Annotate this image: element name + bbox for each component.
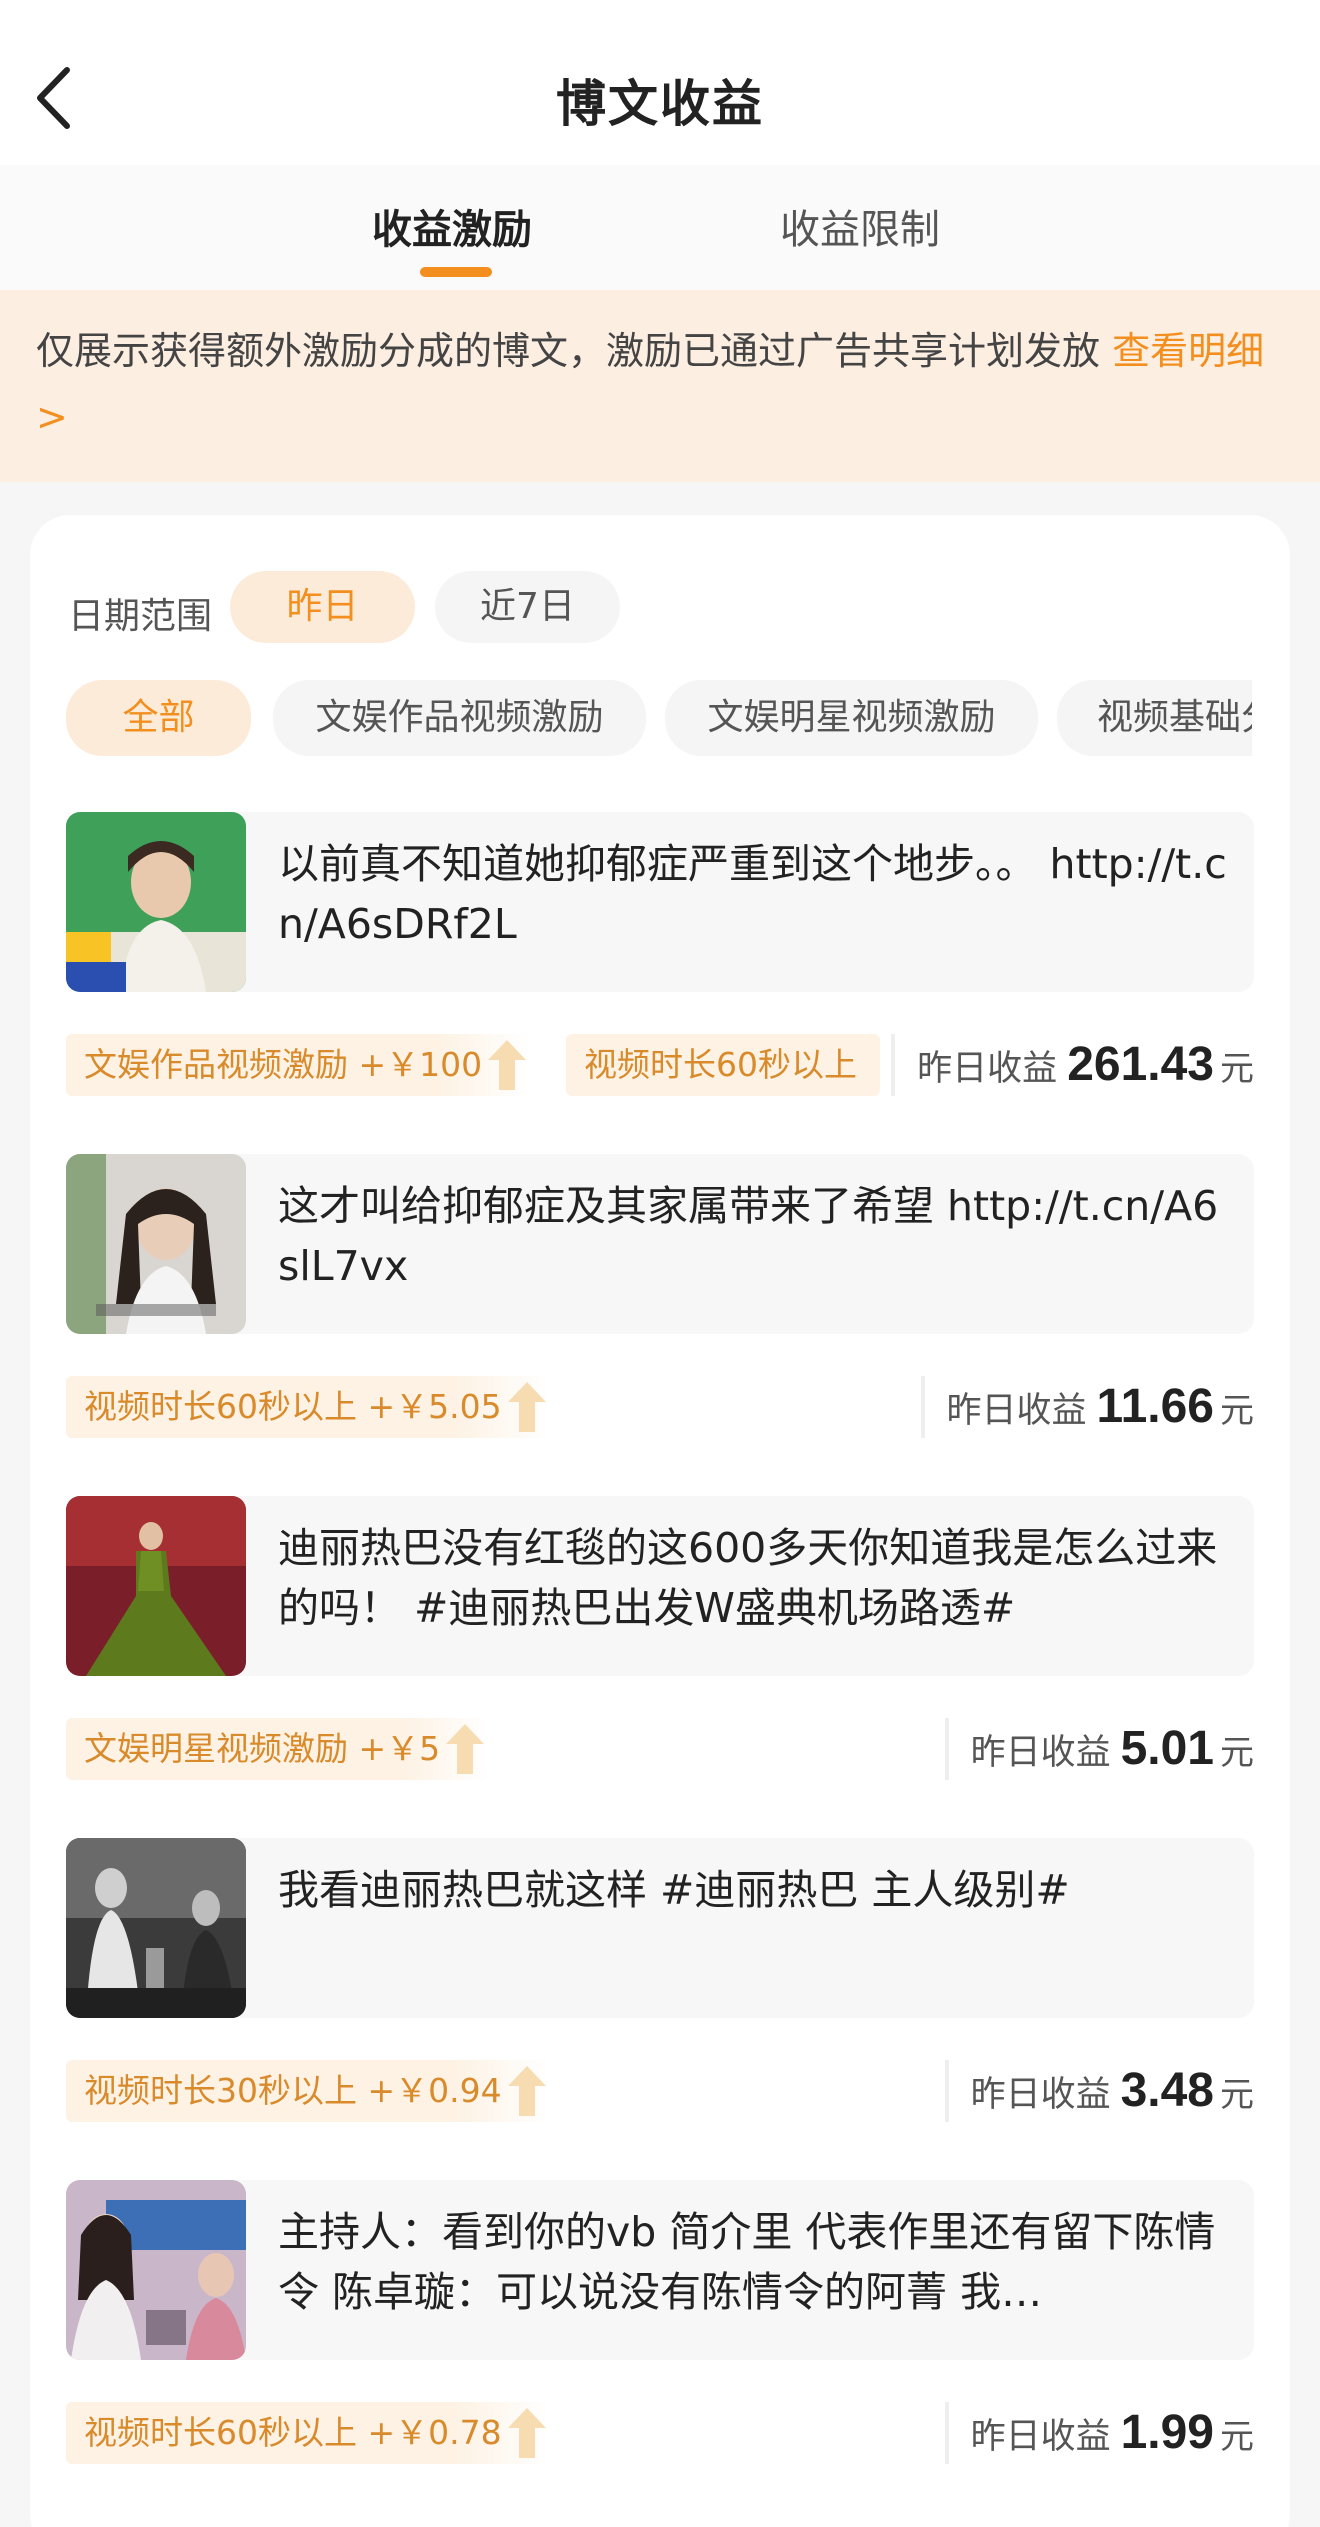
up-arrow-icon <box>507 1382 546 1432</box>
notice-banner: 仅展示获得额外激励分成的博文，激励已通过广告共享计划发放 查看明细> <box>0 290 1320 482</box>
up-arrow-icon <box>507 2066 546 2116</box>
post-item: 主持人：看到你的vb 简介里 代表作里还有留下陈情令 陈卓璇：可以说没有陈情令的… <box>66 2180 1254 2520</box>
incentive-tag: 文娱明星视频激励 +￥5 <box>66 1718 489 1780</box>
active-tab-indicator <box>420 267 492 277</box>
post-card[interactable]: 我看迪丽热巴就这样 #迪丽热巴 主人级别# <box>66 1838 1254 2018</box>
post-card[interactable]: 主持人：看到你的vb 简介里 代表作里还有留下陈情令 陈卓璇：可以说没有陈情令的… <box>66 2180 1254 2360</box>
date-option-yesterday[interactable]: 昨日 <box>230 571 415 643</box>
earnings-summary: 昨日收益 1.99 元 <box>944 2402 1254 2464</box>
tab-earnings-limits[interactable]: 收益限制 <box>780 197 940 255</box>
incentive-tag: 文娱作品视频激励 +￥100 <box>66 1034 531 1096</box>
post-item: 这才叫给抑郁症及其家属带来了希望 http://t.cn/A6slL7vx 视频… <box>66 1154 1254 1494</box>
earnings-summary: 昨日收益 3.48 元 <box>944 2060 1254 2122</box>
post-tags: 视频时长60秒以上 +￥0.78 昨日收益 1.99 元 <box>66 2402 1254 2466</box>
post-card[interactable]: 以前真不知道她抑郁症严重到这个地步。。 http://t.cn/A6sDRf2L <box>66 812 1254 992</box>
tab-earnings-incentive[interactable]: 收益激励 <box>372 197 532 255</box>
post-text: 以前真不知道她抑郁症严重到这个地步。。 http://t.cn/A6sDRf2L <box>278 840 1227 948</box>
post-text: 迪丽热巴没有红毯的这600多天你知道我是怎么过来的吗！ #迪丽热巴出发W盛典机场… <box>278 1524 1218 1632</box>
earnings-label: 昨日收益 <box>917 1049 1058 1089</box>
earnings-value: 3.48 <box>1120 2064 1214 2117</box>
post-card[interactable]: 这才叫给抑郁症及其家属带来了希望 http://t.cn/A6slL7vx <box>66 1154 1254 1334</box>
incentive-tag: 视频时长60秒以上 +￥5.05 <box>66 1376 550 1438</box>
up-arrow-icon <box>507 2408 546 2458</box>
earnings-unit: 元 <box>1220 2417 1254 2457</box>
earnings-summary: 昨日收益 11.66 元 <box>920 1376 1254 1438</box>
category-filter-all[interactable]: 全部 <box>66 680 251 756</box>
earnings-unit: 元 <box>1220 2075 1254 2115</box>
post-text: 主持人：看到你的vb 简介里 代表作里还有留下陈情令 陈卓璇：可以说没有陈情令的… <box>278 2208 1216 2316</box>
post-tags: 视频时长60秒以上 +￥5.05 昨日收益 11.66 元 <box>66 1376 1254 1440</box>
earnings-summary: 昨日收益 5.01 元 <box>944 1718 1254 1780</box>
earnings-value: 5.01 <box>1120 1722 1214 1775</box>
category-filter-work-video[interactable]: 文娱作品视频激励 <box>273 680 646 756</box>
post-tags: 文娱明星视频激励 +￥5 昨日收益 5.01 元 <box>66 1718 1254 1782</box>
earnings-value: 1.99 <box>1120 2406 1214 2459</box>
tab-bar: 收益激励 收益限制 <box>0 165 1320 290</box>
header: 博文收益 <box>0 0 1320 165</box>
incentive-tag: 视频时长30秒以上 +￥0.94 <box>66 2060 550 2122</box>
up-arrow-icon <box>488 1040 527 1090</box>
incentive-tag: 视频时长60秒以上 <box>566 1034 880 1096</box>
post-thumbnail <box>66 1496 246 1676</box>
post-item: 以前真不知道她抑郁症严重到这个地步。。 http://t.cn/A6sDRf2L… <box>66 812 1254 1152</box>
post-thumbnail <box>66 812 246 992</box>
post-item: 我看迪丽热巴就这样 #迪丽热巴 主人级别# 视频时长30秒以上 +￥0.94 昨… <box>66 1838 1254 2178</box>
earnings-label: 昨日收益 <box>970 2417 1111 2457</box>
post-thumbnail <box>66 1838 246 2018</box>
date-option-7days[interactable]: 近7日 <box>435 571 620 643</box>
category-filter-video-base[interactable]: 视频基础分 <box>1057 680 1252 756</box>
earnings-unit: 元 <box>1220 1049 1254 1089</box>
earnings-label: 昨日收益 <box>970 1733 1111 1773</box>
earnings-unit: 元 <box>1220 1391 1254 1431</box>
category-filter-star-video[interactable]: 文娱明星视频激励 <box>665 680 1038 756</box>
earnings-value: 11.66 <box>1096 1380 1214 1433</box>
date-range-label: 日期范围 <box>68 596 213 637</box>
notice-text: 仅展示获得额外激励分成的博文，激励已通过广告共享计划发放 <box>36 329 1113 373</box>
page-title: 博文收益 <box>556 75 764 133</box>
earnings-unit: 元 <box>1220 1733 1254 1773</box>
earnings-label: 昨日收益 <box>946 1391 1087 1431</box>
post-thumbnail <box>66 2180 246 2360</box>
post-tags: 视频时长30秒以上 +￥0.94 昨日收益 3.48 元 <box>66 2060 1254 2124</box>
post-thumbnail <box>66 1154 246 1334</box>
post-text: 这才叫给抑郁症及其家属带来了希望 http://t.cn/A6slL7vx <box>278 1182 1219 1290</box>
up-arrow-icon <box>446 1724 485 1774</box>
post-card[interactable]: 迪丽热巴没有红毯的这600多天你知道我是怎么过来的吗！ #迪丽热巴出发W盛典机场… <box>66 1496 1254 1676</box>
post-text: 我看迪丽热巴就这样 #迪丽热巴 主人级别# <box>278 1866 1070 1914</box>
earnings-summary: 昨日收益 261.43 元 <box>891 1034 1254 1096</box>
category-filter-row: 全部 文娱作品视频激励 文娱明星视频激励 视频基础分 <box>30 680 1252 760</box>
post-item: 迪丽热巴没有红毯的这600多天你知道我是怎么过来的吗！ #迪丽热巴出发W盛典机场… <box>66 1496 1254 1836</box>
earnings-label: 昨日收益 <box>970 2075 1111 2115</box>
earnings-card: 日期范围 昨日 近7日 全部 文娱作品视频激励 文娱明星视频激励 视频基础分 以… <box>30 515 1290 2527</box>
post-tags: 文娱作品视频激励 +￥100 视频时长60秒以上 昨日收益 261.43 元 <box>66 1034 1254 1098</box>
incentive-tag: 视频时长60秒以上 +￥0.78 <box>66 2402 550 2464</box>
earnings-value: 261.43 <box>1067 1038 1214 1091</box>
